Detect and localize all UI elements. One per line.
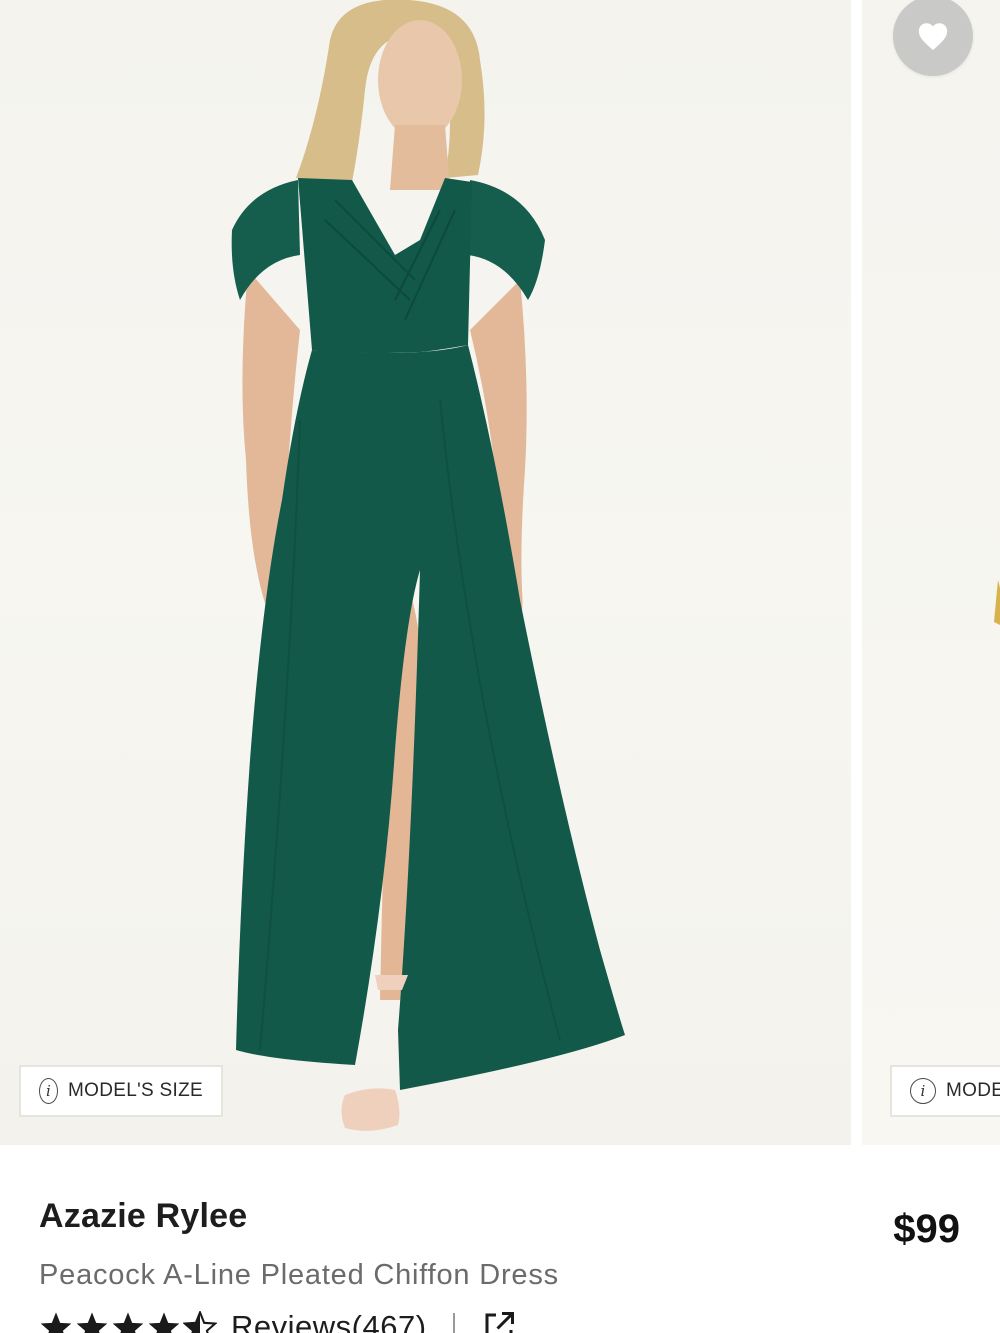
product-brand[interactable]: Azazie Rylee xyxy=(39,1197,247,1236)
model-size-button-next[interactable]: i MODE xyxy=(890,1065,1000,1117)
model-size-button[interactable]: i MODEL'S SIZE xyxy=(19,1065,223,1117)
star-icon xyxy=(40,1312,72,1333)
star-rating xyxy=(39,1311,217,1333)
heart-icon xyxy=(918,23,948,51)
model-photo xyxy=(231,0,625,1131)
star-icon xyxy=(112,1312,144,1333)
product-price: $99 xyxy=(893,1207,960,1251)
star-icon xyxy=(76,1312,108,1333)
star-icon xyxy=(148,1312,180,1333)
next-photo xyxy=(994,580,1000,625)
product-image-carousel[interactable]: i MODEL'S SIZE i MODE xyxy=(0,0,1000,1145)
divider xyxy=(452,1313,455,1333)
reviews-link[interactable]: Reviews(467) xyxy=(231,1309,427,1333)
share-icon[interactable] xyxy=(481,1309,517,1333)
star-half-icon xyxy=(183,1311,217,1333)
product-image-next[interactable] xyxy=(862,0,1000,1145)
product-image-main[interactable]: i MODEL'S SIZE xyxy=(0,0,851,1145)
model-size-label: MODEL'S SIZE xyxy=(68,1080,203,1101)
info-icon: i xyxy=(910,1078,936,1104)
info-icon: i xyxy=(39,1078,59,1104)
product-description[interactable]: Peacock A-Line Pleated Chiffon Dress xyxy=(39,1259,559,1292)
product-info: Azazie Rylee $99 Peacock A-Line Pleated … xyxy=(0,1145,1000,1333)
product-page: i MODEL'S SIZE i MODE Azazie Rylee $99 P… xyxy=(0,0,1000,1333)
rating-row: Reviews(467) xyxy=(39,1307,517,1333)
model-size-label-next: MODE xyxy=(946,1080,1000,1101)
